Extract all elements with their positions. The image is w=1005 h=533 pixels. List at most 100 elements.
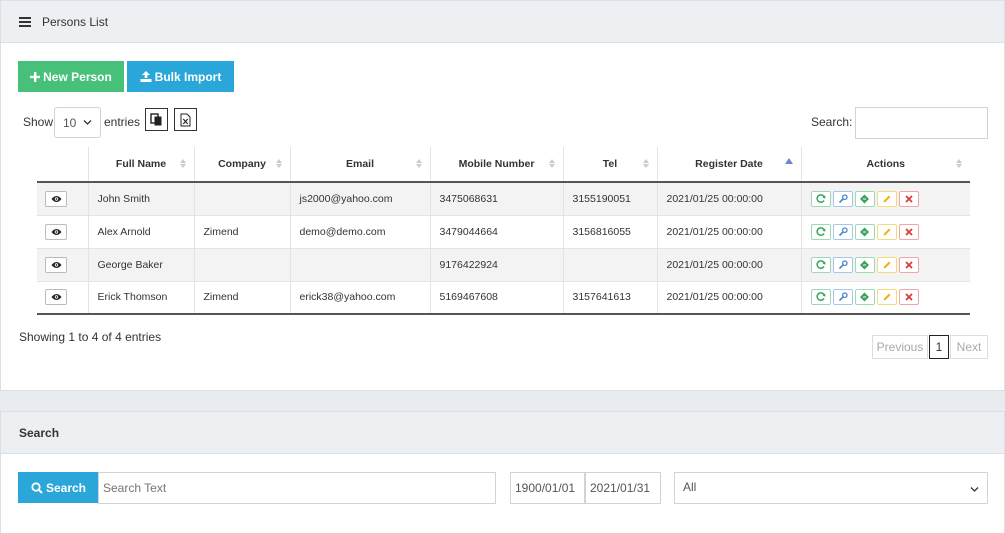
wrench-icon (838, 259, 848, 269)
page-length-value: 10 (63, 115, 77, 130)
delete-icon (904, 195, 913, 203)
view-button[interactable] (45, 190, 67, 207)
actions-cell (800, 280, 970, 315)
refresh-button[interactable] (810, 223, 831, 240)
new-person-button[interactable]: New Person (18, 61, 124, 92)
delete-icon (904, 260, 913, 269)
register-date-cell: 2021/01/25 00:00:00 (656, 214, 801, 248)
plus-icon (30, 71, 41, 82)
search-panel-title: Search (19, 425, 60, 440)
bulk-import-label: Bulk Import (154, 69, 222, 84)
persons-table: Full Name Company Email Mobile Number Te… (37, 147, 970, 315)
refresh-icon (815, 193, 825, 203)
email-cell: demo@demo.com (289, 214, 430, 248)
sort-icon (415, 159, 422, 168)
column-header-view (37, 147, 88, 183)
date-from-input[interactable]: 1900/01/01 (510, 472, 585, 504)
page-length-select[interactable]: 10 (54, 107, 101, 138)
view-button[interactable] (45, 289, 67, 306)
settings-button[interactable] (832, 256, 853, 273)
actions-cell (800, 247, 970, 281)
delete-button[interactable] (898, 256, 919, 273)
copy-button[interactable] (145, 108, 168, 131)
full-name-cell: John Smith (87, 181, 194, 215)
view-cell (37, 247, 88, 281)
edit-button[interactable] (876, 190, 897, 207)
settings-button[interactable] (832, 223, 853, 240)
chevron-down-icon (83, 119, 92, 125)
column-header-tel[interactable]: Tel (562, 147, 657, 183)
chevron-down-icon (970, 487, 979, 492)
tel-cell (562, 247, 657, 281)
delete-button[interactable] (898, 223, 919, 240)
edit-button[interactable] (876, 256, 897, 273)
tel-cell: 3155190051 (562, 181, 657, 215)
column-header-company[interactable]: Company (193, 147, 290, 183)
settings-button[interactable] (832, 190, 853, 207)
refresh-button[interactable] (810, 256, 831, 273)
company-cell: Zimend (193, 280, 290, 315)
delete-button[interactable] (898, 190, 919, 207)
column-header-full-name[interactable]: Full Name (87, 147, 194, 183)
search-label: Search: (811, 115, 853, 129)
bulk-import-button[interactable]: Bulk Import (127, 61, 234, 92)
view-button[interactable] (45, 223, 67, 240)
ticket-icon (860, 194, 869, 204)
column-header-actions[interactable]: Actions (800, 147, 970, 183)
edit-button[interactable] (876, 289, 897, 306)
ticket-button[interactable] (854, 256, 875, 273)
sort-icon (179, 159, 186, 168)
mobile-cell: 3475068631 (429, 181, 563, 215)
date-to-input[interactable]: 2021/01/31 (585, 472, 661, 504)
search-button[interactable]: Search (18, 472, 99, 503)
sort-icon (548, 159, 555, 168)
ticket-button[interactable] (854, 223, 875, 240)
refresh-button[interactable] (810, 190, 831, 207)
entries-label: entries (104, 115, 141, 129)
full-name-cell: Erick Thomson (87, 280, 194, 315)
new-person-label: New Person (43, 69, 112, 84)
column-header-register-date[interactable]: Register Date (656, 147, 801, 183)
eye-icon (51, 294, 61, 301)
refresh-button[interactable] (810, 289, 831, 306)
pencil-icon (883, 293, 890, 301)
pencil-icon (883, 228, 890, 235)
sort-icon (956, 159, 962, 168)
email-cell (289, 247, 430, 281)
sort-icon (642, 159, 649, 168)
full-name-cell: Alex Arnold (87, 214, 194, 248)
page-1-button[interactable]: 1 (929, 335, 949, 359)
previous-page-button[interactable]: Previous (872, 335, 928, 359)
company-cell (193, 247, 290, 281)
refresh-icon (815, 259, 825, 269)
company-cell: Zimend (193, 214, 290, 248)
actions-cell (800, 214, 970, 248)
column-header-mobile-number[interactable]: Mobile Number (429, 147, 563, 183)
table-row: George Baker 9176422924 2021/01/25 00:00:0… (37, 247, 970, 281)
ticket-button[interactable] (854, 190, 875, 207)
wrench-icon (838, 194, 848, 203)
table-info: Showing 1 to 4 of 4 entries (19, 330, 162, 344)
email-cell: js2000@yahoo.com (289, 181, 430, 215)
excel-export-button[interactable] (174, 108, 197, 131)
search-text-input[interactable] (98, 472, 496, 504)
filter-select[interactable]: All (674, 472, 988, 504)
filter-select-value: All (683, 480, 697, 494)
table-search-input[interactable] (855, 107, 988, 139)
column-header-email[interactable]: Email (289, 147, 430, 183)
delete-button[interactable] (898, 289, 919, 306)
register-date-cell: 2021/01/25 00:00:00 (656, 247, 801, 281)
next-page-button[interactable]: Next (950, 335, 988, 359)
ticket-icon (860, 292, 869, 302)
settings-button[interactable] (832, 289, 853, 306)
excel-file-icon (180, 113, 191, 126)
edit-button[interactable] (876, 223, 897, 240)
view-button[interactable] (45, 256, 67, 273)
menu-icon[interactable] (19, 16, 31, 27)
eye-icon (51, 228, 61, 235)
sort-ascending-icon (784, 158, 793, 164)
ticket-button[interactable] (854, 289, 875, 306)
copy-icon (150, 113, 162, 126)
sort-icon (275, 159, 282, 168)
panel-header: Persons List (1, 1, 1004, 43)
